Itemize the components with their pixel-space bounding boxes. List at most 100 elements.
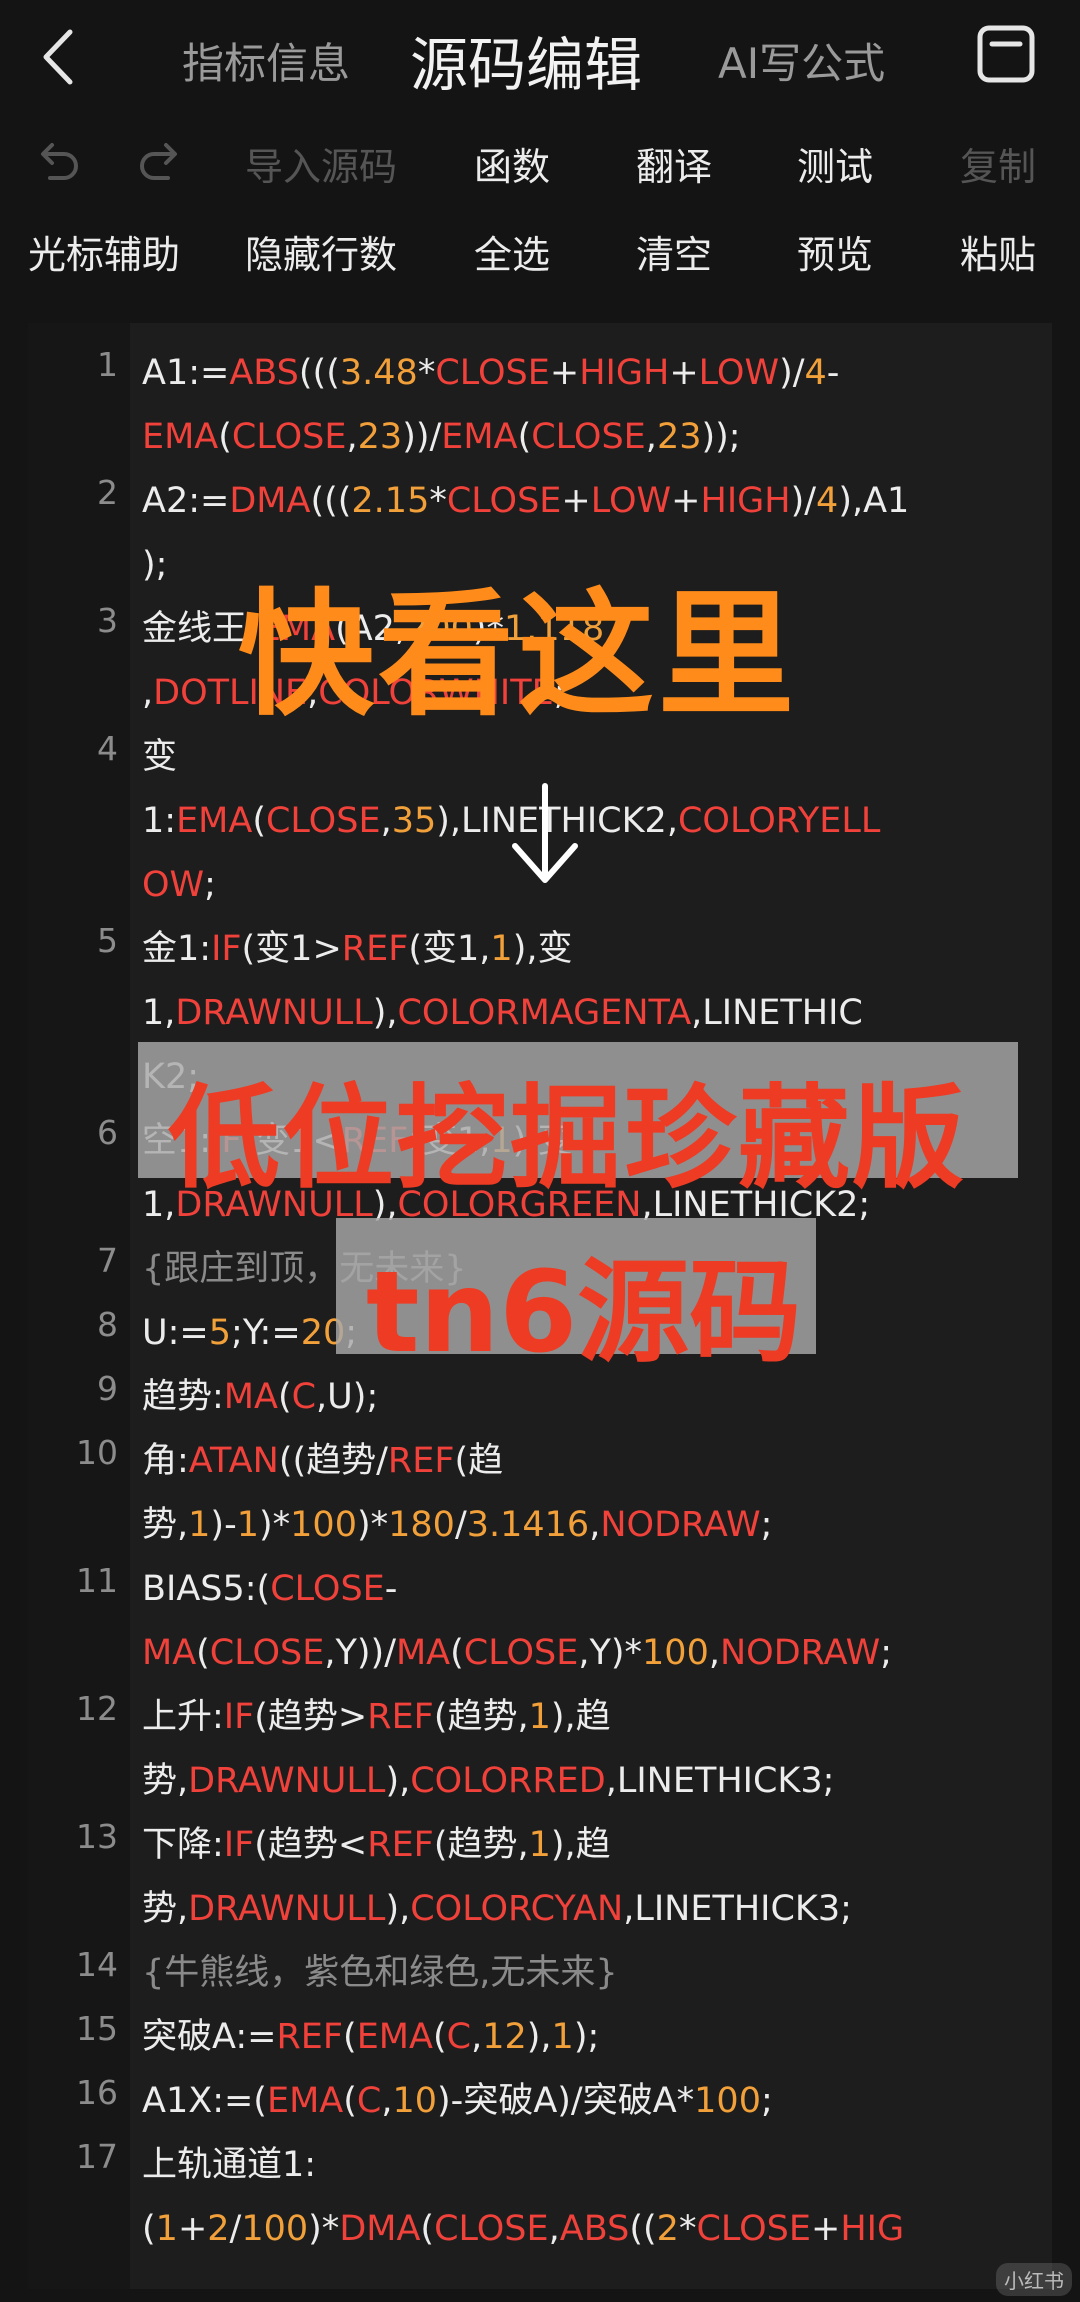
import-source-button[interactable]: 导入源码 xyxy=(245,136,397,191)
line-number: 6 xyxy=(97,1113,118,1152)
code-token: ; xyxy=(760,1505,773,1545)
code-line[interactable]: 金1:IF(变1>REF(变1,1),变 xyxy=(142,917,572,981)
code-token: 1 xyxy=(551,2017,574,2057)
code-token: ),趋 xyxy=(550,1697,611,1737)
title-banner-text: 低位挖掘珍藏版 xyxy=(168,1074,966,1204)
code-token: A1X:=( xyxy=(142,2081,267,2121)
code-line[interactable]: MA(CLOSE,Y))/MA(CLOSE,Y)*100,NODRAW; xyxy=(142,1621,892,1685)
code-line[interactable]: {牛熊线，紫色和绿色,无未来} xyxy=(142,1941,618,2005)
code-token: ( xyxy=(218,417,232,457)
code-line[interactable]: 势,DRAWNULL),COLORCYAN,LINETHICK3; xyxy=(142,1877,852,1941)
tab-indicator-info[interactable]: 指标信息 xyxy=(182,30,350,91)
tab-source-edit[interactable]: 源码编辑 xyxy=(410,18,642,102)
code-token: 1 xyxy=(236,1505,259,1545)
code-line[interactable]: U:=5;Y:=20; xyxy=(142,1301,357,1365)
code-token: * xyxy=(417,353,436,393)
code-line[interactable]: EMA(CLOSE,23))/EMA(CLOSE,23)); xyxy=(142,405,741,469)
code-token: ( xyxy=(142,2209,156,2249)
paste-button[interactable]: 粘贴 xyxy=(960,224,1036,279)
code-token: ,LINETHICK3; xyxy=(605,1761,835,1801)
code-token: 1: xyxy=(142,801,177,841)
functions-button[interactable]: 函数 xyxy=(474,136,550,191)
code-token: U:= xyxy=(142,1313,209,1353)
code-line[interactable]: 上轨通道1: xyxy=(142,2133,316,2197)
code-token: EMA xyxy=(266,2081,344,2121)
edit-toolbar: 导入源码 函数 翻译 测试 复制 xyxy=(0,122,1080,202)
code-token: REF xyxy=(341,929,409,969)
code-line[interactable]: 趋势:MA(C,U); xyxy=(142,1365,378,1429)
code-line[interactable]: 势,DRAWNULL),COLORRED,LINETHICK3; xyxy=(142,1749,834,1813)
code-token: ( xyxy=(517,417,532,457)
code-token: BIAS5:( xyxy=(142,1569,271,1609)
code-token: ;Y:= xyxy=(231,1313,301,1353)
code-line[interactable]: 下降:IF(趋势<REF(趋势,1),趋 xyxy=(142,1813,611,1877)
code-token: C xyxy=(446,2017,472,2057)
hide-line-numbers-button[interactable]: 隐藏行数 xyxy=(245,224,397,279)
code-token: 趋势: xyxy=(142,1377,224,1417)
code-token: CLOSE xyxy=(265,801,381,841)
code-token: - xyxy=(826,353,840,393)
code-token: CLOSE xyxy=(531,417,646,457)
code-line[interactable]: (1+2/100)*DMA(CLOSE,ABS((2*CLOSE+HIG xyxy=(142,2197,904,2261)
code-token: ,LINETHIC xyxy=(691,993,863,1033)
code-line[interactable]: 突破A:=REF(EMA(C,12),1); xyxy=(142,2005,599,2069)
translate-button[interactable]: 翻译 xyxy=(636,136,712,191)
code-token: (趋势, xyxy=(433,1825,529,1865)
code-line[interactable]: 角:ATAN((趋势/REF(趋 xyxy=(142,1429,503,1493)
code-line[interactable]: ); xyxy=(142,533,167,597)
code-token: REF xyxy=(367,1697,434,1737)
line-number: 8 xyxy=(97,1305,118,1344)
code-line[interactable]: 上升:IF(趋势>REF(趋势,1),趋 xyxy=(142,1685,611,1749)
code-token: ), xyxy=(385,1889,411,1929)
code-token: )); xyxy=(701,417,741,457)
code-token: ; xyxy=(760,2081,773,2121)
code-token: ,Y))/ xyxy=(324,1633,396,1673)
undo-button[interactable] xyxy=(30,134,82,186)
line-number: 1 xyxy=(97,345,118,384)
headline-overlay: 快看这里 xyxy=(238,577,798,735)
code-token: COLORCYAN xyxy=(410,1889,624,1929)
code-token: HIGH xyxy=(579,353,670,393)
code-line[interactable]: BIAS5:(CLOSE- xyxy=(142,1557,397,1621)
code-token: , xyxy=(380,801,392,841)
redo-button[interactable] xyxy=(136,134,188,186)
code-line[interactable]: 变 xyxy=(142,725,177,789)
code-token: ( xyxy=(252,801,266,841)
code-token: , xyxy=(548,2209,560,2249)
copy-button[interactable]: 复制 xyxy=(960,136,1036,191)
code-token: IF xyxy=(223,1697,255,1737)
code-token: C xyxy=(356,2081,382,2121)
code-token: 3.1416 xyxy=(466,1505,590,1545)
cursor-assist-button[interactable]: 光标辅助 xyxy=(28,224,180,279)
code-line[interactable]: 势,1)-1)*100)*180/3.1416,NODRAW; xyxy=(142,1493,772,1557)
clear-button[interactable]: 清空 xyxy=(636,224,712,279)
code-line[interactable]: OW; xyxy=(142,853,216,917)
code-line[interactable]: A2:=DMA(((2.15*CLOSE+LOW+HIGH)/4),A1 xyxy=(142,469,909,533)
test-button[interactable]: 测试 xyxy=(797,136,873,191)
code-token: ( xyxy=(196,1633,210,1673)
code-line[interactable]: 1,DRAWNULL),COLORMAGENTA,LINETHIC xyxy=(142,981,863,1045)
code-token: 2 xyxy=(656,2209,679,2249)
code-token: 上升: xyxy=(142,1697,224,1737)
code-line[interactable]: A1X:=(EMA(C,10)-突破A)/突破A*100; xyxy=(142,2069,773,2133)
code-token: NODRAW xyxy=(600,1505,761,1545)
code-token: * xyxy=(678,2209,697,2249)
select-all-button[interactable]: 全选 xyxy=(474,224,550,279)
code-token: DRAWNULL xyxy=(175,993,373,1033)
preview-button[interactable]: 预览 xyxy=(797,224,873,279)
code-token: REF xyxy=(387,1441,455,1481)
code-line[interactable]: A1:=ABS(((3.48*CLOSE+HIGH+LOW)/4- xyxy=(142,341,839,405)
code-token: CLOSE xyxy=(209,1633,325,1673)
code-token: + xyxy=(811,2209,841,2249)
save-button[interactable] xyxy=(974,22,1038,86)
back-button[interactable] xyxy=(30,22,90,92)
code-token: 1 xyxy=(155,2209,178,2249)
code-token: CLOSE xyxy=(696,2209,812,2249)
code-token: COLORYELL xyxy=(677,801,881,841)
code-token: , xyxy=(589,1505,601,1545)
code-token: (变1, xyxy=(408,929,491,969)
tab-ai-formula[interactable]: AI写公式 xyxy=(718,30,885,91)
code-token: / xyxy=(454,1505,467,1545)
line-number: 14 xyxy=(76,1945,118,1984)
code-token: DMA xyxy=(339,2209,421,2249)
